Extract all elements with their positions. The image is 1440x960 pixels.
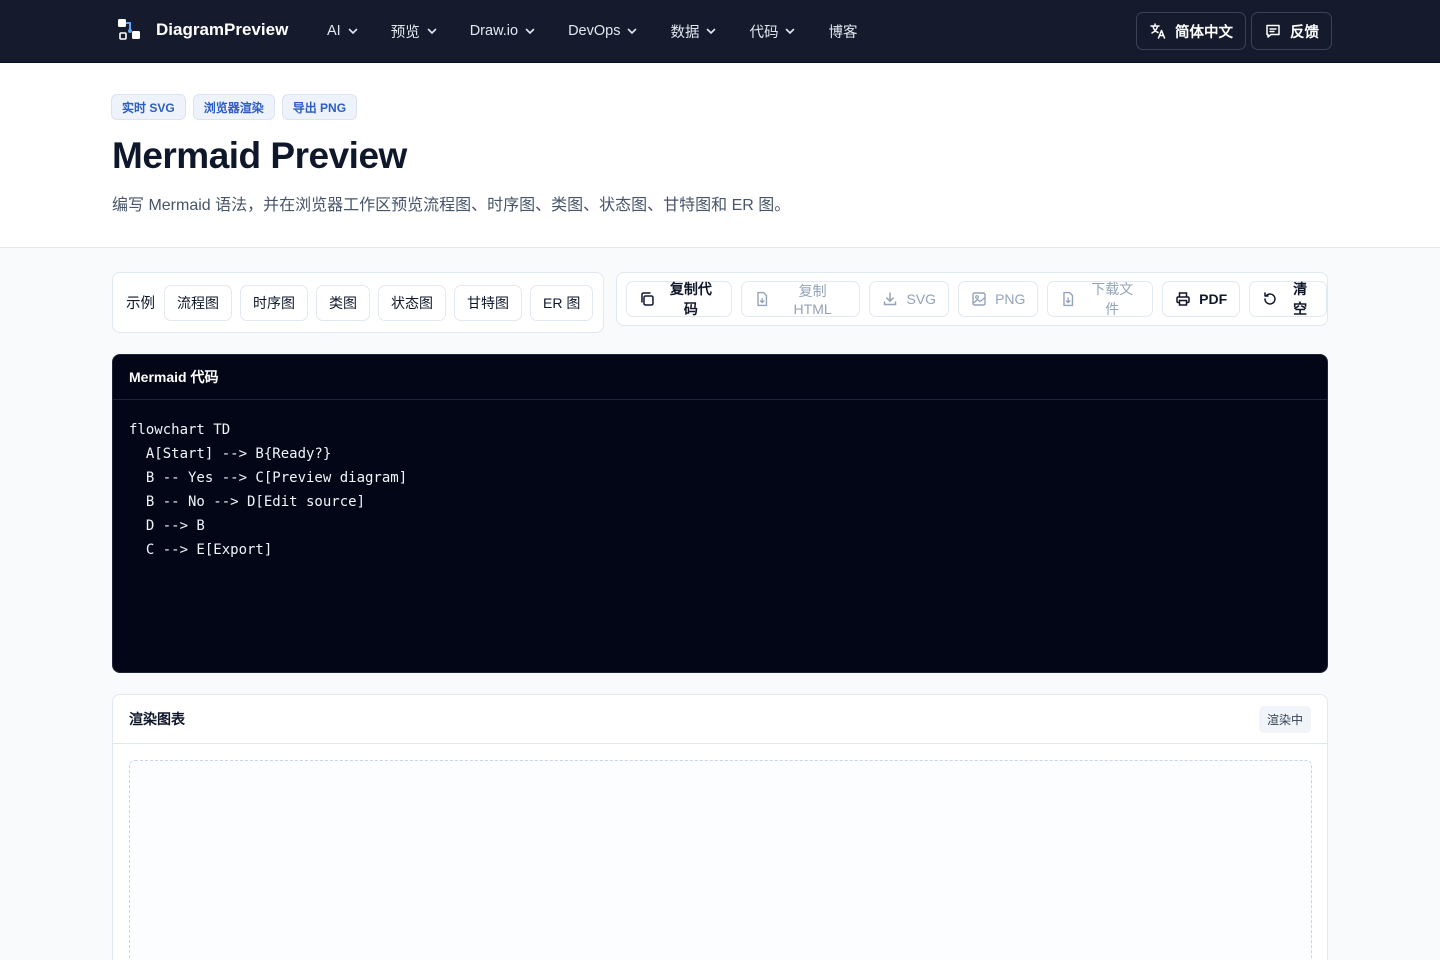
printer-icon [1176, 292, 1190, 306]
reset-icon [1264, 292, 1276, 305]
mermaid-code-input[interactable]: flowchart TD A[Start] --> B{Ready?} B --… [113, 400, 1327, 580]
render-panel: 渲染图表 渲染中 [112, 694, 1328, 960]
nav-item-preview[interactable]: 预览 [391, 0, 438, 62]
example-flowchart-button[interactable]: 流程图 [164, 284, 232, 321]
file-download-icon [1063, 291, 1074, 307]
feature-chips: 实时 SVG 浏览器渲染 导出 PNG [111, 94, 358, 120]
nav-label: 博客 [828, 24, 858, 41]
clear-label: 清空 [1293, 281, 1308, 317]
render-header: 渲染图表 渲染中 [113, 695, 1327, 744]
brand[interactable]: DiagramPreview [116, 17, 288, 43]
feature-chip: 导出 PNG [281, 94, 358, 120]
export-svg-button[interactable]: SVG [869, 281, 950, 317]
copy-icon [641, 292, 654, 306]
nav-item-blog[interactable]: 博客 [828, 0, 857, 62]
export-pdf-button[interactable]: PDF [1162, 281, 1241, 317]
download-icon [884, 292, 897, 306]
hero-section: 实时 SVG 浏览器渲染 导出 PNG Mermaid Preview 编写 M… [0, 63, 1440, 248]
chevron-down-icon [348, 28, 358, 35]
nav-label: DevOps [568, 23, 621, 39]
image-icon [972, 292, 986, 306]
nav-label: AI [327, 23, 341, 39]
chevron-down-icon [525, 28, 535, 35]
diagram-canvas[interactable] [129, 760, 1312, 960]
nav-item-code[interactable]: 代码 [749, 0, 796, 62]
language-label: 简体中文 [1175, 24, 1233, 41]
nav-label: 代码 [749, 24, 779, 41]
example-er-button[interactable]: ER 图 [530, 284, 594, 321]
nav-item-devops[interactable]: DevOps [568, 0, 638, 62]
nav-label: 数据 [670, 24, 700, 41]
example-class-button[interactable]: 类图 [316, 284, 370, 321]
chevron-down-icon [628, 28, 637, 35]
feature-chip: 浏览器渲染 [192, 94, 275, 120]
status-badge: 渲染中 [1258, 705, 1311, 733]
nav-item-drawio[interactable]: Draw.io [470, 0, 536, 62]
file-code-icon [757, 291, 767, 307]
feedback-button[interactable]: 反馈 [1251, 12, 1332, 50]
example-gantt-button[interactable]: 甘特图 [454, 284, 522, 321]
export-png-label: PNG [995, 291, 1026, 307]
example-sequence-button[interactable]: 时序图 [240, 284, 308, 321]
feedback-label: 反馈 [1290, 24, 1319, 41]
chevron-down-icon [707, 28, 716, 35]
page-title: Mermaid Preview [112, 135, 407, 176]
chevron-down-icon [786, 28, 795, 35]
nav-item-data[interactable]: 数据 [670, 0, 717, 62]
translate-icon [1150, 23, 1166, 39]
editor-title: Mermaid 代码 [113, 355, 1327, 400]
nav-label: Draw.io [469, 23, 519, 39]
copy-html-button[interactable]: 复制 HTML [740, 281, 861, 317]
examples-label: 示例 [126, 296, 155, 312]
render-title: 渲染图表 [129, 711, 185, 727]
nav-label: 预览 [390, 24, 420, 41]
actions-toolbar: 复制代码 复制 HTML SVG PNG 下载文件 PDF 清空 [616, 272, 1328, 326]
feature-chip: 实时 SVG [111, 94, 186, 120]
copy-html-label: 复制 HTML [793, 283, 832, 317]
chevron-down-icon [427, 28, 437, 35]
code-editor-panel: Mermaid 代码 flowchart TD A[Start] --> B{R… [112, 354, 1328, 673]
language-button[interactable]: 简体中文 [1136, 12, 1246, 50]
examples-panel: 示例 流程图 时序图 类图 状态图 甘特图 ER 图 [112, 272, 604, 333]
download-file-label: 下载文件 [1091, 281, 1134, 317]
copy-code-button[interactable]: 复制代码 [626, 281, 732, 317]
export-svg-label: SVG [906, 291, 937, 307]
nav-item-ai[interactable]: AI [327, 0, 359, 62]
brand-name: DiagramPreview [156, 20, 289, 39]
copy-code-label: 复制代码 [669, 281, 712, 317]
page-subtitle: 编写 Mermaid 语法，并在浏览器工作区预览流程图、时序图、类图、状态图、甘… [112, 197, 791, 214]
top-navbar: DiagramPreview AI 预览 Draw.io DevOps 数据 代… [0, 0, 1440, 63]
export-png-button[interactable]: PNG [958, 281, 1039, 317]
message-icon [1266, 24, 1280, 38]
example-state-button[interactable]: 状态图 [378, 284, 446, 321]
clear-button[interactable]: 清空 [1249, 281, 1328, 317]
export-pdf-label: PDF [1199, 291, 1228, 307]
download-file-button[interactable]: 下载文件 [1047, 281, 1154, 317]
main-nav: AI 预览 Draw.io DevOps 数据 代码 博客 [327, 0, 857, 62]
logo-icon [116, 17, 142, 43]
